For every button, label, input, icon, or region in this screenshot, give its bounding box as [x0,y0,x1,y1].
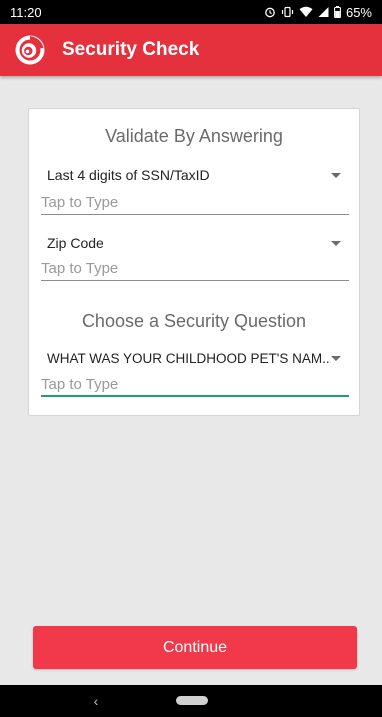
continue-button[interactable]: Continue [33,626,357,669]
ssn-dropdown-label: Last 4 digits of SSN/TaxID [47,167,210,183]
validate-section-title: Validate By Answering [105,126,283,146]
wifi-icon [299,6,313,17]
back-chevron-icon[interactable]: ‹ [88,693,104,709]
signal-icon [318,7,329,17]
battery-icon [334,6,341,18]
zip-input[interactable]: Tap to Type [41,259,349,281]
ssn-input[interactable]: Tap to Type [41,193,349,215]
security-question-section-title: Choose a Security Question [81,311,307,331]
dropdown-arrow-icon [331,172,341,178]
security-question-dropdown[interactable]: WHAT WAS YOUR CHILDHOOD PET'S NAM... [47,345,343,371]
security-question-label: WHAT WAS YOUR CHILDHOOD PET'S NAM... [47,350,331,366]
ssn-dropdown[interactable]: Last 4 digits of SSN/TaxID [47,162,343,188]
app-bar: Security Check [0,24,382,76]
status-time: 11:20 [10,4,42,20]
spiral-logo-icon [15,35,45,65]
alarm-icon [265,7,275,18]
security-answer-input[interactable]: Tap to Type [41,375,349,397]
status-bar: 11:20 65% [0,0,382,24]
security-form-card: Validate By Answering Last 4 digits of S… [28,108,360,416]
status-icons: 65% [264,5,372,20]
dropdown-arrow-icon [331,355,341,361]
navigation-bar: ‹ [0,685,382,717]
home-pill-icon[interactable] [176,696,208,705]
zip-dropdown[interactable]: Zip Code [47,230,343,256]
page-title: Security Check [62,39,200,60]
dropdown-arrow-icon [331,240,341,246]
vibrate-icon [281,6,294,18]
battery-percent: 65% [345,4,372,20]
zip-dropdown-label: Zip Code [47,235,104,251]
